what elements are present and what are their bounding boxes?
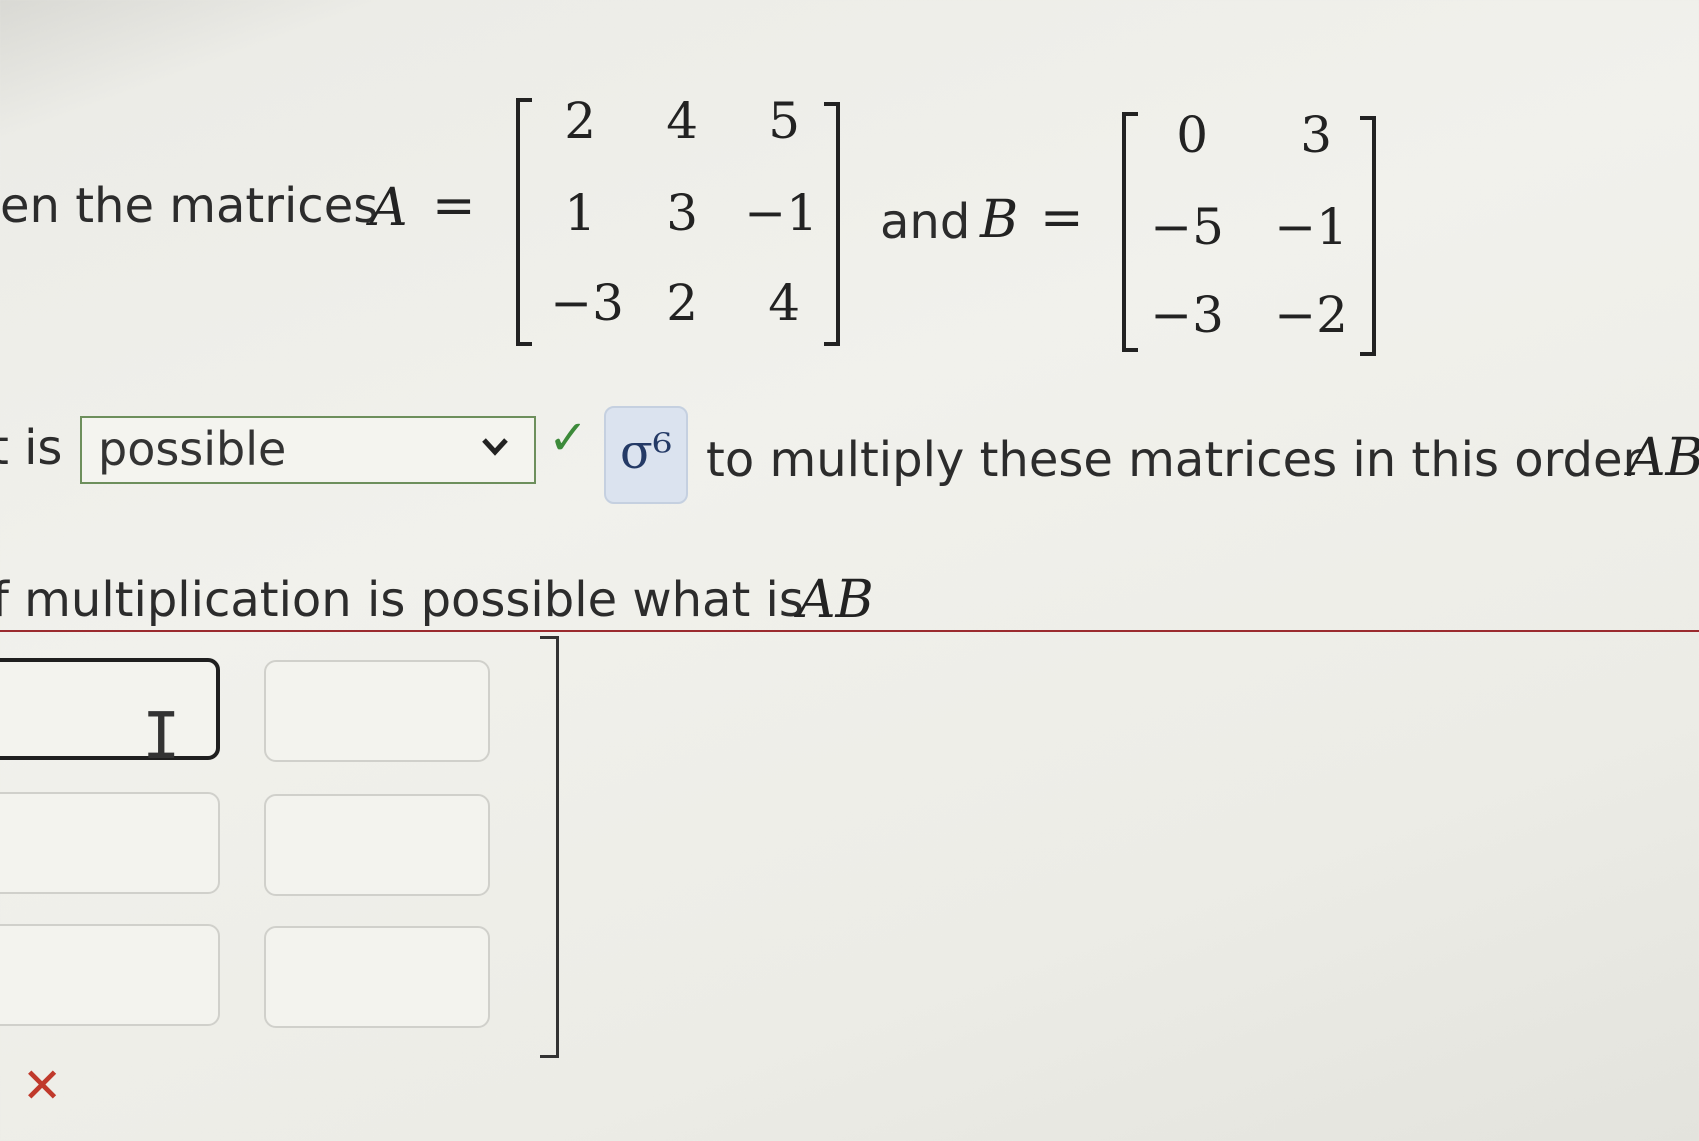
second-question-math: AB (798, 570, 874, 630)
matrix-a-cell: 5 (768, 92, 800, 150)
matrix-b-cell: −3 (1150, 286, 1224, 344)
matrix-b-name: B (980, 190, 1019, 250)
question-prefix: en the matrices (0, 178, 379, 234)
hint-icon-button[interactable]: σ⁶ (604, 406, 688, 504)
dropdown-value: possible (98, 422, 287, 476)
matrix-b-cell: −5 (1150, 198, 1224, 256)
matrix-a-cell: 3 (666, 184, 698, 242)
matrix-b-cell: −1 (1274, 198, 1348, 256)
second-question-prefix: f multiplication is possible what is (0, 572, 804, 628)
matrix-a-right-bracket (824, 102, 840, 346)
matrix-b-cell: 0 (1176, 106, 1208, 164)
result-cell-input[interactable] (0, 792, 220, 894)
matrix-a-cell: 1 (564, 184, 596, 242)
matrix-a-name: A (370, 178, 408, 238)
matrix-a-cell: 2 (564, 92, 596, 150)
matrix-a-cell: −1 (744, 184, 818, 242)
equals-sign-a: = (432, 176, 476, 236)
sigma-icon: σ⁶ (620, 424, 673, 480)
matrix-a-cell: 2 (666, 274, 698, 332)
matrix-a-cell: 4 (666, 92, 698, 150)
answer-suffix: to multiply these matrices in this order (706, 432, 1643, 488)
matrix-a-cell: 4 (768, 274, 800, 332)
matrix-b-cell: −2 (1274, 286, 1348, 344)
matrix-b-cell: 3 (1300, 106, 1332, 164)
result-matrix-right-bracket (540, 636, 559, 1058)
result-cell-input[interactable] (0, 924, 220, 1026)
divider-rule (0, 630, 1699, 632)
result-cell-input[interactable] (0, 658, 220, 760)
result-cell-input[interactable] (264, 794, 490, 896)
matrix-b-right-bracket (1360, 116, 1376, 356)
possibility-dropdown[interactable]: possible (80, 416, 536, 484)
text-cursor-icon: I (142, 700, 181, 774)
chevron-down-icon (480, 428, 510, 471)
check-icon: ✓ (548, 410, 589, 466)
incorrect-x-icon: ✕ (22, 1058, 63, 1114)
result-cell-input[interactable] (264, 660, 490, 762)
and-word: and (880, 194, 971, 250)
result-cell-input[interactable] (264, 926, 490, 1028)
equals-sign-b: = (1040, 188, 1084, 248)
answer-prefix: t is (0, 420, 63, 476)
answer-suffix-math: AB (1628, 428, 1699, 488)
